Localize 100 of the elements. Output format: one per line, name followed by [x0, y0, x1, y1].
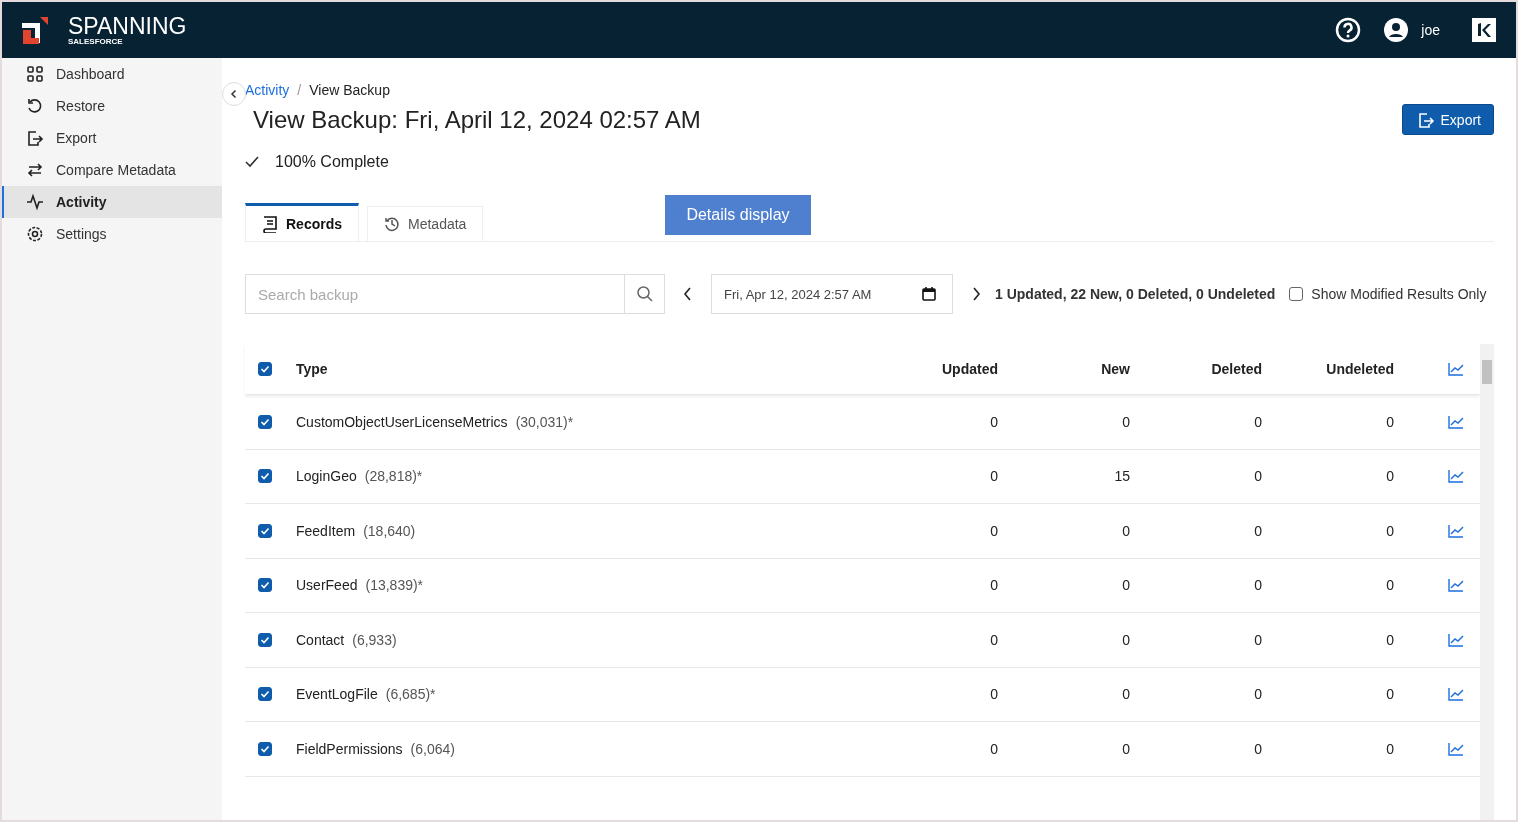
sidebar-item[interactable]: Activity	[2, 186, 222, 218]
table-cell-text: 0	[989, 740, 998, 757]
table-cell-text: 0	[1253, 686, 1262, 703]
row-checkbox[interactable]	[258, 414, 272, 429]
search-button[interactable]	[625, 274, 665, 314]
grid-icon	[26, 65, 44, 83]
type-name: Contact	[296, 631, 345, 648]
table-cell-text: 0	[1385, 686, 1394, 703]
chart-icon[interactable]	[1448, 362, 1464, 376]
tab[interactable]: Metadata	[367, 206, 484, 241]
breadcrumb-link[interactable]: Activity	[245, 82, 290, 98]
logo-icon	[20, 15, 50, 45]
table-cell-text: 0	[1253, 468, 1262, 485]
table-cell-text: 0	[1385, 413, 1394, 430]
search-icon	[635, 285, 654, 303]
checkmark-icon	[260, 471, 270, 482]
column-header: New	[1100, 361, 1130, 377]
collapse-button[interactable]	[222, 82, 246, 106]
chart-icon[interactable]	[1448, 523, 1464, 538]
checkmark-icon	[260, 416, 270, 427]
record-count: (6,933)	[352, 631, 397, 648]
table-cell-text: 0	[1121, 740, 1130, 757]
breadcrumb-separator: /	[297, 82, 302, 98]
checkbox-label: Show Modified Results Only	[1311, 286, 1487, 302]
scrollbar[interactable]	[1480, 344, 1494, 820]
user-avatar-icon[interactable]	[1383, 17, 1410, 43]
tab[interactable]: Records	[245, 203, 360, 241]
table-cell-text: 0	[1121, 577, 1130, 594]
sidebar-item[interactable]: Settings	[2, 218, 222, 250]
sidebar-item[interactable]: Dashboard	[2, 58, 222, 90]
book-icon	[262, 214, 278, 233]
table-cell-text: 0	[989, 686, 998, 703]
table-cell-text: 0	[1253, 522, 1262, 539]
column-header: Undeleted	[1325, 361, 1394, 377]
chevron-right-icon[interactable]	[971, 287, 981, 301]
table-cell-text: 0	[1121, 413, 1130, 430]
history-icon	[384, 216, 401, 232]
sidebar-item[interactable]: Compare Metadata	[2, 154, 222, 186]
table-cell-text: 0	[1385, 740, 1394, 757]
table-cell-text: 0	[1253, 577, 1262, 594]
page-title: View Backup: Fri, April 12, 2024 02:57 AM	[253, 105, 701, 134]
chart-icon[interactable]	[1448, 578, 1464, 593]
record-count: (28,818)*	[364, 468, 423, 485]
table-cell-text: 15	[1113, 468, 1130, 485]
table-cell-text: 0	[1385, 522, 1394, 539]
export-button[interactable]: Export	[1401, 104, 1494, 135]
pulse-icon	[26, 193, 44, 211]
row-checkbox[interactable]	[258, 632, 272, 647]
chart-icon[interactable]	[1448, 414, 1464, 429]
type-name: CustomObjectUserLicenseMetrics	[296, 413, 508, 430]
sidebar-item[interactable]: Export	[2, 122, 222, 154]
details-display-button[interactable]: Details display	[665, 195, 811, 235]
settings-icon	[26, 225, 44, 243]
chart-icon[interactable]	[1448, 741, 1464, 756]
checkmark-icon	[260, 525, 270, 536]
table-cell-text: 0	[1385, 468, 1394, 485]
checkmark-icon	[260, 580, 270, 591]
summary-text: 1 Updated, 22 New, 0 Deleted, 0 Undeleted	[995, 286, 1276, 302]
user-name[interactable]: joe	[1421, 22, 1440, 38]
table-cell-text: 0	[1253, 740, 1262, 757]
record-count: (13,839)*	[365, 577, 424, 594]
select-all-checkbox[interactable]	[258, 362, 272, 376]
table-cell-text: 0	[1253, 413, 1262, 430]
record-count: (6,064)	[410, 740, 455, 757]
chart-icon[interactable]	[1448, 469, 1464, 484]
table-cell-text: 0	[1385, 577, 1394, 594]
chart-icon[interactable]	[1448, 687, 1464, 702]
chart-icon[interactable]	[1448, 632, 1464, 647]
calendar-icon	[922, 287, 936, 301]
help-icon[interactable]	[1335, 17, 1362, 43]
checkmark-icon	[260, 634, 270, 645]
search-field[interactable]: Search backup	[245, 274, 625, 314]
type-name: UserFeed	[296, 577, 358, 594]
type-name: EventLogFile	[296, 686, 378, 703]
row-checkbox[interactable]	[258, 741, 272, 756]
date-field[interactable]: Fri, Apr 12, 2024 2:57 AM	[711, 274, 953, 314]
arrows-icon	[26, 161, 44, 179]
sidebar-item[interactable]: Restore	[2, 90, 222, 122]
row-checkbox[interactable]	[258, 469, 272, 484]
export-icon	[1416, 110, 1435, 129]
table-cell-text: 0	[989, 413, 998, 430]
row-checkbox[interactable]	[258, 578, 272, 593]
chevron-left-icon[interactable]	[683, 287, 693, 301]
record-count: (30,031)*	[515, 413, 574, 430]
row-checkbox[interactable]	[258, 523, 272, 538]
column-header: Type	[296, 361, 329, 377]
status-text: 100% Complete	[275, 153, 389, 171]
checkmark-icon	[260, 743, 270, 754]
table-cell-text: 0	[989, 468, 998, 485]
table-cell-text: 0	[1121, 686, 1130, 703]
table-cell-text: 0	[989, 522, 998, 539]
restore-icon	[26, 97, 44, 115]
checkbox[interactable]	[1289, 287, 1304, 301]
table-cell-text: 0	[1385, 631, 1394, 648]
row-checkbox[interactable]	[258, 687, 272, 702]
column-header: Deleted	[1210, 361, 1262, 377]
table-cell-text: 0	[989, 577, 998, 594]
column-header: Updated	[941, 361, 998, 377]
checkmark-icon	[260, 364, 270, 374]
record-count: (6,685)*	[385, 686, 436, 703]
